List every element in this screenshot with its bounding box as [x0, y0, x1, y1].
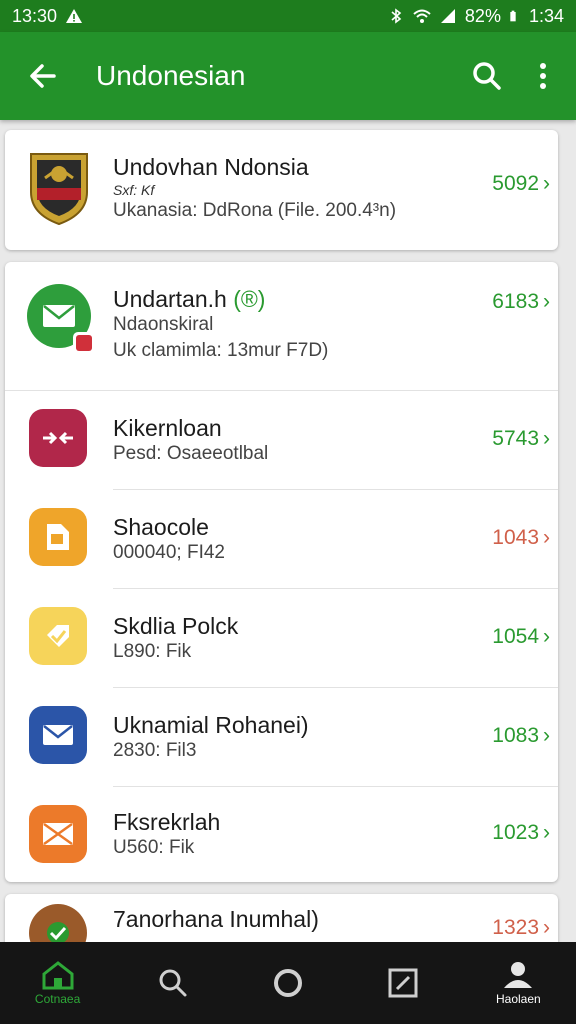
- document-icon: [29, 508, 87, 566]
- list-item-title: Kikernloan: [113, 415, 222, 441]
- share-arrows-icon: [29, 409, 87, 467]
- shield-badge-icon: [73, 332, 95, 354]
- page-title: Undonesian: [96, 60, 246, 91]
- back-button[interactable]: [20, 53, 66, 99]
- battery-percent: 82%: [464, 5, 501, 26]
- title-badge: (®): [233, 286, 266, 312]
- list-item-title: Skdlia Polck: [113, 613, 239, 639]
- warning-icon: [66, 9, 83, 23]
- list-item[interactable]: Undartan.h (®) Ndaonskiral Uk clamimla: …: [5, 262, 558, 390]
- bluetooth-icon: [391, 8, 402, 24]
- emblem-icon: [25, 148, 93, 226]
- list-item-title: Uknamial Rohanei): [113, 712, 309, 738]
- featured-value-text: 5092: [492, 172, 539, 195]
- list-item-value: 1054 ›: [492, 625, 550, 648]
- featured-detail: Ukanasia: DdRona (File. 200.4³n): [113, 200, 397, 221]
- back-arrow-icon: [30, 64, 56, 88]
- nav-circle[interactable]: [248, 942, 328, 1024]
- app-list-card: Undartan.h (®) Ndaonskiral Uk clamimla: …: [5, 262, 558, 882]
- search-button[interactable]: [464, 53, 510, 99]
- nav-search[interactable]: [133, 942, 213, 1024]
- list-item[interactable]: Kikernloan Pesd: Osaeeotlbal 5743 ›: [5, 391, 558, 489]
- chevron-right-icon: ›: [543, 724, 550, 747]
- more-options-button[interactable]: [520, 53, 566, 99]
- featured-value[interactable]: 5092 ›: [492, 172, 550, 196]
- list-item[interactable]: Uknamial Rohanei) 2830: Fil3 1083 ›: [5, 688, 558, 786]
- nav-profile[interactable]: Haolaen: [478, 942, 558, 1024]
- nav-home[interactable]: Cotnaea: [18, 942, 98, 1024]
- more-vert-icon: [540, 63, 546, 89]
- envelope-open-icon: [29, 805, 87, 863]
- app-bar: Undonesian: [0, 32, 576, 120]
- status-time-left: 13:30: [12, 5, 58, 26]
- tag-icon: [29, 607, 87, 665]
- nav-profile-label: Haolaen: [495, 992, 541, 1006]
- battery-icon: [510, 10, 516, 22]
- envelope-icon: [29, 706, 87, 764]
- list-item-value: 6183 ›: [492, 290, 550, 313]
- list-item-detail: Uk clamimla: 13mur F7D): [113, 340, 329, 361]
- list-item-subtitle: L890: Fik: [113, 641, 192, 662]
- edit-icon: [388, 968, 418, 998]
- nav-edit[interactable]: [363, 942, 443, 1024]
- featured-small-text: Sxf: Kf: [113, 182, 155, 198]
- chevron-right-icon: ›: [543, 526, 550, 549]
- chevron-right-icon: ›: [543, 172, 550, 195]
- list-item-title: Undartan.h (®): [113, 286, 266, 312]
- list-item-value: 5743 ›: [492, 427, 550, 450]
- wifi-icon: [413, 9, 431, 23]
- home-icon: [42, 961, 74, 990]
- signal-icon: [440, 9, 455, 23]
- chevron-right-icon: ›: [543, 821, 550, 844]
- list-item-subtitle: Ndaonskiral: [113, 314, 214, 335]
- featured-card[interactable]: Undovhan Ndonsia Sxf: Kf Ukanasia: DdRon…: [5, 130, 558, 250]
- list-item-title: 7anorhana Inumhal): [113, 906, 319, 932]
- featured-title: Undovhan Ndonsia: [113, 154, 309, 180]
- chevron-right-icon: ›: [543, 427, 550, 450]
- list-item-subtitle: Pesd: Osaeeotlbal: [113, 443, 269, 464]
- chevron-right-icon: ›: [543, 625, 550, 648]
- status-bar: 13:30 82% 1:34: [0, 0, 576, 32]
- list-item-value: 1043 ›: [492, 526, 550, 549]
- profile-icon: [504, 962, 533, 988]
- chevron-right-icon: ›: [543, 916, 550, 939]
- list-item-subtitle: 000040; FI42: [113, 542, 225, 563]
- list-item-subtitle: 2830: Fil3: [113, 740, 197, 761]
- list-item-title: Shaocole: [113, 514, 209, 540]
- list-item-value: 1083 ›: [492, 724, 550, 747]
- list-item-value: 1323 ›: [492, 916, 550, 939]
- list-item[interactable]: Fksrekrlah U560: Fik 1023 ›: [5, 787, 558, 882]
- bottom-navigation: Cotnaea Haolaen: [0, 942, 576, 1024]
- nav-home-label: Cotnaea: [34, 992, 81, 1006]
- search-icon: [159, 969, 187, 997]
- search-icon: [473, 62, 501, 90]
- list-item[interactable]: Skdlia Polck L890: Fik 1054 ›: [5, 589, 558, 687]
- list-item-subtitle: U560: Fik: [113, 837, 195, 858]
- list-item[interactable]: Shaocole 000040; FI42 1043 ›: [5, 490, 558, 588]
- status-time-right: 1:34: [528, 5, 564, 26]
- list-item-title: Fksrekrlah: [113, 809, 221, 835]
- circle-icon: [273, 969, 302, 997]
- list-item-value: 1023 ›: [492, 821, 550, 844]
- chevron-right-icon: ›: [543, 290, 550, 313]
